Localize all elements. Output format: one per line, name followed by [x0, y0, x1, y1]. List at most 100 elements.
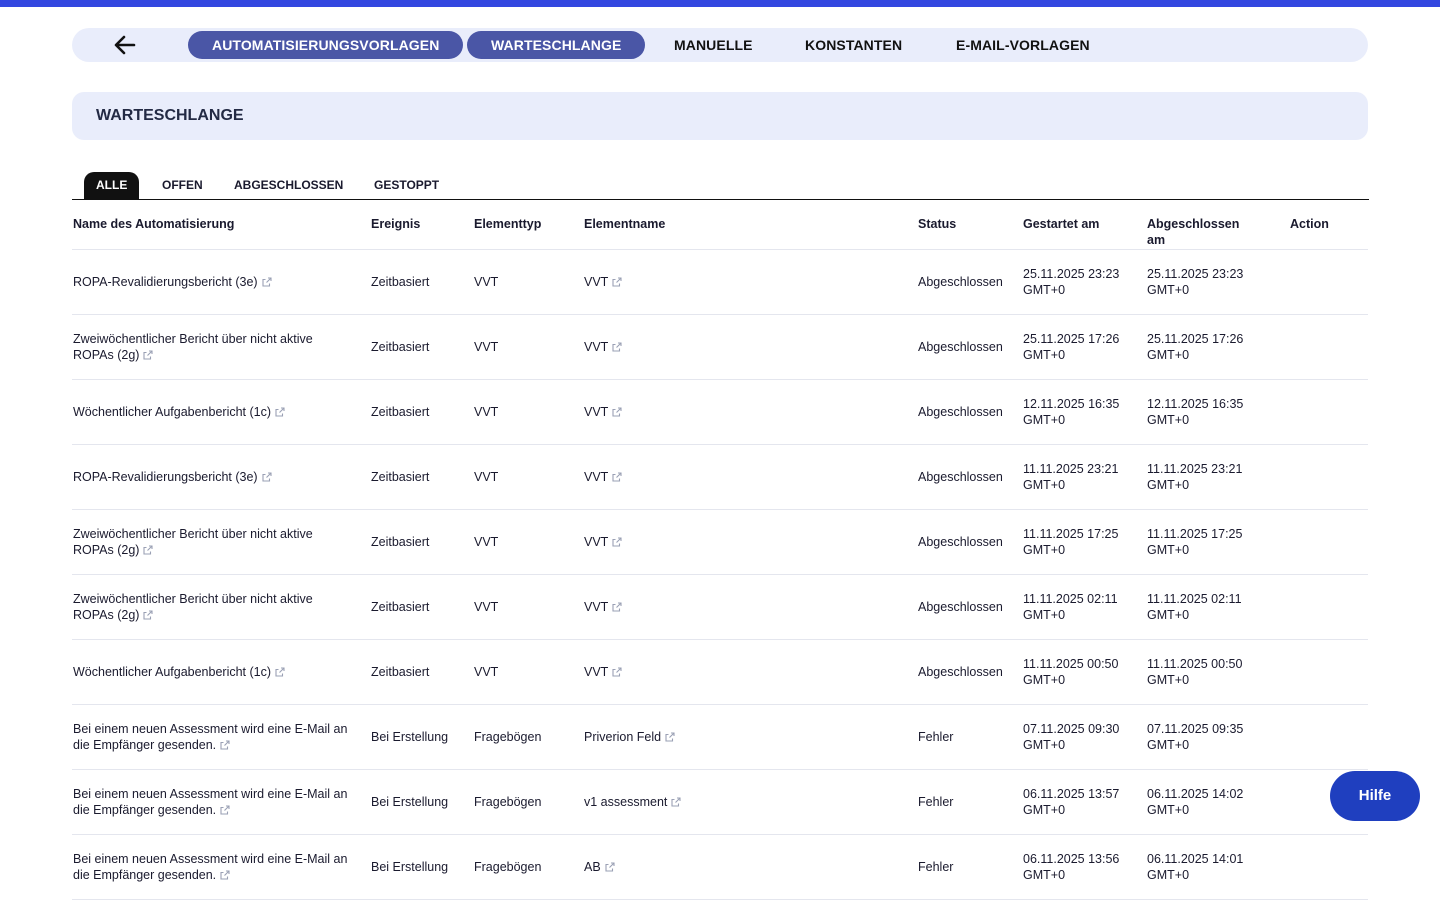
cell-line: 11.11.2025 00:50 — [1147, 657, 1243, 671]
status-filter-tabs: ALLE OFFEN ABGESCHLOSSEN GESTOPPT — [72, 172, 1369, 200]
automation-name-link[interactable]: Bei einem neuen Assessment wird eine E-M… — [73, 851, 369, 883]
external-link-icon[interactable] — [220, 803, 230, 815]
automation-name-link[interactable]: ROPA-Revalidierungsbericht (3e) — [73, 274, 369, 290]
cell-line: ROPA-Revalidierungsbericht (3e) — [73, 470, 258, 484]
cell-line: GMT+0 — [1147, 283, 1190, 297]
cell-started: 25.11.2025 23:23 GMT+0 — [1023, 266, 1143, 298]
tab-warteschlange[interactable]: WARTESCHLANGE — [467, 31, 646, 59]
element-name-link[interactable]: VVT — [584, 339, 914, 355]
back-button[interactable] — [112, 32, 138, 58]
cell-element-name: AB — [584, 860, 601, 874]
external-link-icon[interactable] — [612, 665, 622, 677]
cell-completed: 25.11.2025 17:26 GMT+0 — [1147, 331, 1267, 363]
external-link-icon[interactable] — [665, 730, 675, 742]
external-link-icon[interactable] — [143, 543, 154, 555]
cell-element-name: VVT — [584, 275, 609, 289]
automation-name-link[interactable]: Zweiwöchentlicher Bericht über nicht akt… — [73, 591, 369, 623]
section-title: WARTESCHLANGE — [96, 107, 244, 124]
external-link-icon[interactable] — [671, 795, 681, 807]
cell-line: GMT+0 — [1147, 478, 1190, 492]
cell-completed: 11.11.2025 17:25 GMT+0 — [1147, 526, 1267, 558]
external-link-icon[interactable] — [220, 738, 230, 750]
external-link-icon[interactable] — [612, 340, 622, 352]
cell-completed: 11.11.2025 23:21 GMT+0 — [1147, 461, 1267, 493]
filter-tab-alle[interactable]: ALLE — [84, 172, 140, 199]
cell-element-type: Fragebögen — [474, 795, 542, 809]
cell-event: Zeitbasiert — [371, 275, 430, 289]
element-name-link[interactable]: Priverion Feld — [584, 729, 914, 745]
tab-manuelle[interactable]: MANUELLE — [650, 31, 777, 59]
element-name-link[interactable]: VVT — [584, 599, 914, 615]
filter-tab-abgeschlossen[interactable]: ABGESCHLOSSEN — [222, 172, 355, 199]
element-name-link[interactable]: VVT — [584, 664, 914, 680]
cell-completed: 12.11.2025 16:35 GMT+0 — [1147, 396, 1267, 428]
filter-tab-gestoppt[interactable]: GESTOPPT — [362, 172, 451, 199]
cell-element-type: Fragebögen — [474, 730, 542, 744]
cell-status: Abgeschlossen — [918, 470, 1003, 484]
cell-line: 11.11.2025 23:21 — [1023, 462, 1119, 476]
external-link-icon[interactable] — [220, 868, 230, 880]
cell-line: 11.11.2025 17:25 — [1023, 527, 1119, 541]
help-button[interactable]: Hilfe — [1330, 771, 1420, 821]
filter-tab-offen[interactable]: OFFEN — [150, 172, 215, 199]
cell-completed: 25.11.2025 23:23 GMT+0 — [1147, 266, 1267, 298]
cell-completed: 06.11.2025 14:01 GMT+0 — [1147, 851, 1267, 883]
column-header-element[interactable]: Elementname — [584, 216, 665, 232]
column-header-started[interactable]: Gestartet am — [1023, 216, 1099, 232]
external-link-icon[interactable] — [275, 665, 285, 677]
column-header-status[interactable]: Status — [918, 216, 956, 232]
cell-element-name: VVT — [584, 665, 609, 679]
element-name-link[interactable]: VVT — [584, 274, 914, 290]
external-link-icon[interactable] — [612, 470, 622, 482]
external-link-icon[interactable] — [275, 405, 285, 417]
cell-line: GMT+0 — [1147, 868, 1190, 882]
cell-line: Bei einem neuen Assessment wird eine E-M… — [73, 787, 348, 801]
external-link-icon[interactable] — [262, 470, 272, 482]
automation-name-link[interactable]: Wöchentlicher Aufgabenbericht (1c) — [73, 664, 369, 680]
cell-line: 07.11.2025 09:35 — [1147, 722, 1244, 736]
automation-name-link[interactable]: Bei einem neuen Assessment wird eine E-M… — [73, 721, 369, 753]
element-name-link[interactable]: VVT — [584, 534, 914, 550]
element-name-link[interactable]: v1 assessment — [584, 794, 914, 810]
column-header-name[interactable]: Name des Automatisierung — [73, 216, 234, 232]
cell-event: Zeitbasiert — [371, 470, 430, 484]
table-row: ROPA-Revalidierungsbericht (3e) Zeitbasie… — [72, 445, 1368, 510]
cell-line: GMT+0 — [1147, 803, 1190, 817]
column-header-type[interactable]: Elementtyp — [474, 216, 541, 232]
cell-event: Bei Erstellung — [371, 730, 449, 744]
tab-automatisierungsvorlagen[interactable]: AUTOMATISIERUNGSVORLAGEN — [188, 31, 464, 59]
automation-name-link[interactable]: Zweiwöchentlicher Bericht über nicht akt… — [73, 526, 369, 558]
cell-status: Abgeschlossen — [918, 600, 1003, 614]
automation-name-link[interactable]: Zweiwöchentlicher Bericht über nicht akt… — [73, 331, 369, 363]
external-link-icon[interactable] — [612, 600, 622, 612]
column-header-event[interactable]: Ereignis — [371, 216, 420, 232]
cell-line: 06.11.2025 13:57 — [1023, 787, 1120, 801]
column-header-completed[interactable]: Abgeschlossen am — [1147, 216, 1239, 248]
external-link-icon[interactable] — [605, 860, 615, 872]
cell-line: die Empfänger gesenden. — [73, 803, 217, 817]
cell-status: Abgeschlossen — [918, 340, 1003, 354]
cell-element-type: Fragebögen — [474, 860, 542, 874]
tab-email-vorlagen[interactable]: E-MAIL-VORLAGEN — [932, 31, 1114, 59]
cell-element-type: VVT — [474, 275, 499, 289]
external-link-icon[interactable] — [612, 405, 622, 417]
element-name-link[interactable]: VVT — [584, 404, 914, 420]
external-link-icon[interactable] — [143, 348, 154, 360]
element-name-link[interactable]: VVT — [584, 469, 914, 485]
cell-line: GMT+0 — [1147, 673, 1190, 687]
table-row: ROPA-Revalidierungsbericht (3e) Zeitbasie… — [72, 250, 1368, 315]
automation-name-link[interactable]: ROPA-Revalidierungsbericht (3e) — [73, 469, 369, 485]
tab-konstanten[interactable]: KONSTANTEN — [781, 31, 926, 59]
external-link-icon[interactable] — [143, 608, 154, 620]
cell-element-type: VVT — [474, 405, 499, 419]
automation-name-link[interactable]: Wöchentlicher Aufgabenbericht (1c) — [73, 404, 369, 420]
cell-event: Bei Erstellung — [371, 795, 449, 809]
automation-name-link[interactable]: Bei einem neuen Assessment wird eine E-M… — [73, 786, 369, 818]
external-link-icon[interactable] — [612, 275, 622, 287]
external-link-icon[interactable] — [262, 275, 272, 287]
cell-status: Abgeschlossen — [918, 665, 1003, 679]
cell-line: GMT+0 — [1023, 608, 1066, 622]
external-link-icon[interactable] — [612, 535, 622, 547]
element-name-link[interactable]: AB — [584, 859, 914, 875]
cell-line: ROPAs (2g) — [73, 543, 140, 557]
